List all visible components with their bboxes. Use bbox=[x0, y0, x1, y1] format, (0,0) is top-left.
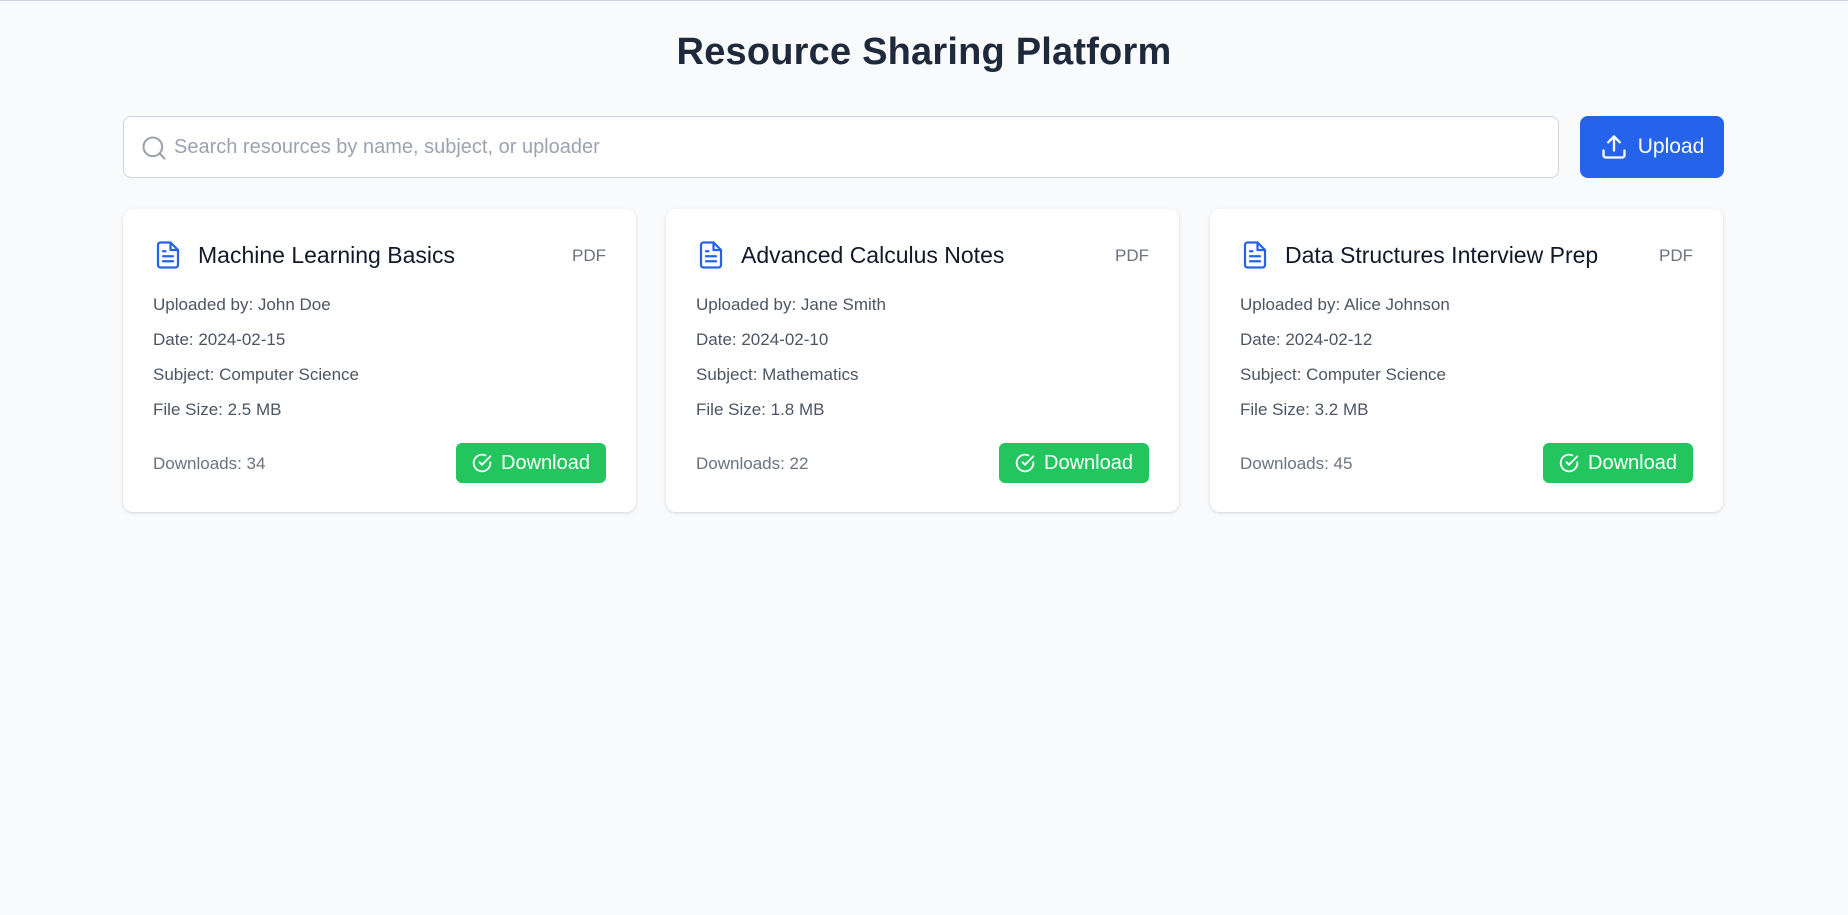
card-header: Advanced Calculus Notes PDF bbox=[696, 239, 1149, 271]
page-title: Resource Sharing Platform bbox=[676, 31, 1172, 73]
subject-text: Subject: Computer Science bbox=[1240, 365, 1446, 384]
document-icon bbox=[1243, 241, 1267, 269]
check-circle-icon bbox=[1559, 453, 1579, 473]
upload-button-label: Upload bbox=[1637, 135, 1705, 158]
file-size-text: File Size: 1.8 MB bbox=[696, 400, 825, 419]
upload-icon bbox=[1602, 135, 1626, 159]
subject-text: Subject: Mathematics bbox=[696, 365, 859, 384]
resource-title: Data Structures Interview Prep bbox=[1285, 242, 1599, 268]
resource-card: Advanced Calculus Notes PDF Uploaded by:… bbox=[666, 209, 1179, 512]
download-count: Downloads: 22 bbox=[696, 454, 809, 473]
resource-title: Advanced Calculus Notes bbox=[741, 242, 1005, 268]
download-button-label: Download bbox=[1044, 451, 1133, 474]
check-circle-icon bbox=[472, 453, 492, 473]
file-type-badge: PDF bbox=[1659, 246, 1693, 265]
uploader-text: Uploaded by: John Doe bbox=[153, 295, 331, 314]
download-button[interactable]: Download bbox=[1543, 443, 1693, 483]
card-header: Data Structures Interview Prep PDF bbox=[1240, 239, 1693, 271]
check-circle-icon bbox=[1015, 453, 1035, 473]
resource-card: Data Structures Interview Prep PDF Uploa… bbox=[1210, 209, 1723, 512]
download-button[interactable]: Download bbox=[456, 443, 606, 483]
search-input[interactable] bbox=[174, 117, 1548, 177]
subject-text: Subject: Computer Science bbox=[153, 365, 359, 384]
download-button-label: Download bbox=[1588, 451, 1677, 474]
resource-card: Machine Learning Basics PDF Uploaded by:… bbox=[123, 209, 636, 512]
upload-button[interactable]: Upload bbox=[1580, 116, 1724, 178]
document-icon bbox=[699, 241, 723, 269]
download-count: Downloads: 45 bbox=[1240, 454, 1353, 473]
uploader-text: Uploaded by: Alice Johnson bbox=[1240, 295, 1450, 314]
page: Resource Sharing Platform Upload Machine… bbox=[0, 1, 1848, 915]
date-text: Date: 2024-02-12 bbox=[1240, 330, 1373, 349]
uploader-text: Uploaded by: Jane Smith bbox=[696, 295, 886, 314]
file-size-text: File Size: 2.5 MB bbox=[153, 400, 282, 419]
date-text: Date: 2024-02-10 bbox=[696, 330, 829, 349]
download-button[interactable]: Download bbox=[999, 443, 1149, 483]
date-text: Date: 2024-02-15 bbox=[153, 330, 286, 349]
card-header: Machine Learning Basics PDF bbox=[153, 239, 606, 271]
document-icon bbox=[156, 241, 180, 269]
file-size-text: File Size: 3.2 MB bbox=[1240, 400, 1369, 419]
search-bar bbox=[123, 116, 1559, 178]
download-count: Downloads: 34 bbox=[153, 454, 266, 473]
resource-title: Machine Learning Basics bbox=[198, 242, 455, 268]
download-button-label: Download bbox=[501, 451, 590, 474]
file-type-badge: PDF bbox=[1115, 246, 1149, 265]
file-type-badge: PDF bbox=[572, 246, 606, 265]
search-icon bbox=[142, 136, 166, 160]
